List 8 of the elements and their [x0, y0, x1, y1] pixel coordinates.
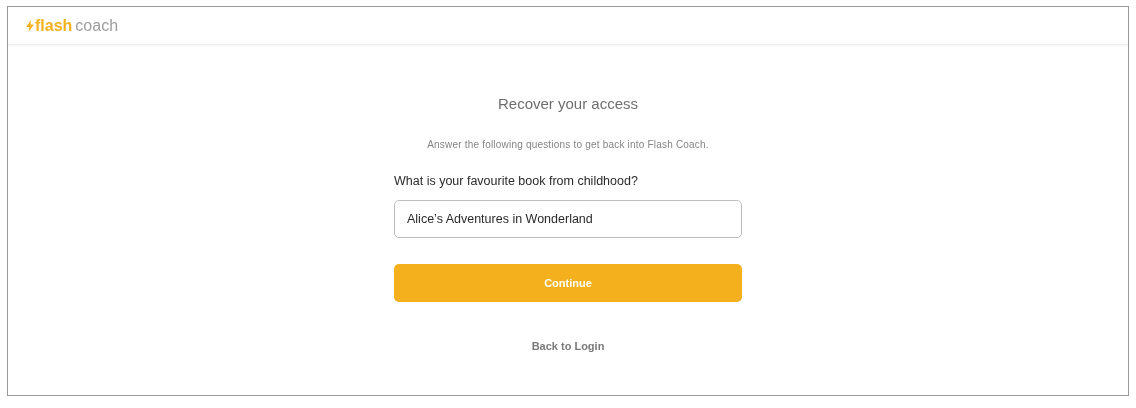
instruction-text: Answer the following questions to get back into Flash Coach. — [427, 139, 709, 150]
back-to-login-link[interactable]: Back to Login — [531, 340, 605, 352]
answer-field[interactable]: Alice’s Adventures in Wonderland — [394, 200, 742, 238]
page-title: Recover your access — [497, 95, 639, 114]
logo-text: coach — [75, 16, 119, 35]
question-label: What is your favourite book from childhood? — [394, 174, 639, 188]
logo-text: flash — [35, 16, 73, 35]
lightning-icon — [26, 19, 34, 32]
